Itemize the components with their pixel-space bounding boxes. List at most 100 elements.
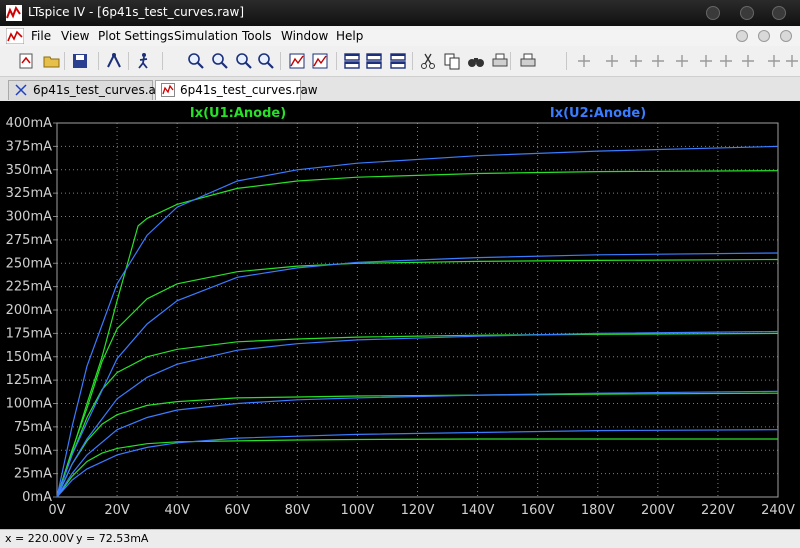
drag-hand-button[interactable] xyxy=(782,51,800,71)
ground-icon xyxy=(606,55,618,67)
menu-help[interactable]: Help xyxy=(336,29,363,43)
x-tick-label: 220V xyxy=(701,503,735,518)
menu-window[interactable]: Window xyxy=(281,29,328,43)
y-tick-label: 200mA xyxy=(6,303,52,318)
waveform-icon xyxy=(161,83,175,97)
tile-icon xyxy=(390,53,406,69)
toolbar-separator xyxy=(336,52,337,70)
menu-view[interactable]: View xyxy=(61,29,89,43)
menu-tools[interactable]: Tools xyxy=(242,29,272,43)
toolbar-separator xyxy=(412,52,413,70)
y-tick-label: 150mA xyxy=(6,350,52,365)
toolbar-separator xyxy=(162,52,163,70)
find-icon xyxy=(468,58,484,67)
run-button[interactable] xyxy=(134,51,154,71)
open-button[interactable] xyxy=(42,51,62,71)
print-button[interactable] xyxy=(518,51,538,71)
copy-button[interactable] xyxy=(442,51,462,71)
label-icon xyxy=(630,55,642,67)
menu-plot-settings[interactable]: Plot Settings xyxy=(98,29,174,43)
print-preview-button[interactable] xyxy=(490,51,510,71)
x-tick-label: 0V xyxy=(48,503,65,518)
capacitor-button[interactable] xyxy=(672,51,692,71)
y-tick-label: 300mA xyxy=(6,210,52,225)
legend-u1-anode: Ix(U1:Anode) xyxy=(190,106,286,121)
menu-simulation[interactable]: Simulation xyxy=(174,29,238,43)
pencil-button[interactable] xyxy=(574,51,594,71)
cascade-icon xyxy=(366,53,382,69)
component-icon xyxy=(742,55,754,67)
copy-icon xyxy=(444,53,460,70)
y-tick-label: 275mA xyxy=(6,233,52,248)
x-tick-label: 180V xyxy=(581,503,615,518)
y-tick-label: 350mA xyxy=(6,163,52,178)
move-hand-button[interactable] xyxy=(764,51,784,71)
toolbar-separator xyxy=(510,52,511,70)
waveform-chart[interactable]: 0V 20V 40V 60V 80V 100V 120V 140V 160V 180V 200V 22… xyxy=(0,101,800,529)
tile-horizontal-icon xyxy=(344,53,360,69)
x-tick-label: 120V xyxy=(401,503,435,518)
ground-button[interactable] xyxy=(602,51,622,71)
diode-button[interactable] xyxy=(716,51,736,71)
pencil-icon xyxy=(578,55,590,67)
zoom-fit-icon xyxy=(236,53,252,69)
waveform-plot-pane[interactable]: 0V 20V 40V 60V 80V 100V 120V 140V 160V 180V 200V 22… xyxy=(0,101,800,529)
cascade-button[interactable] xyxy=(364,51,384,71)
autorange-icon xyxy=(289,53,305,69)
mdi-minimize-button[interactable] xyxy=(736,30,748,42)
maximize-button[interactable] xyxy=(740,6,754,20)
inductor-icon xyxy=(700,55,712,67)
title-bar[interactable]: LTspice IV - [6p41s_test_curves.raw] xyxy=(0,0,800,26)
x-tick-label: 140V xyxy=(461,503,495,518)
tile-button[interactable] xyxy=(388,51,408,71)
cursor-y-readout: y = 72.53mA xyxy=(76,532,149,545)
inductor-button[interactable] xyxy=(696,51,716,71)
tab-waveform-label: 6p41s_test_curves.raw xyxy=(180,83,318,97)
minimize-button[interactable] xyxy=(706,6,720,20)
ltspice-app-icon xyxy=(6,5,22,21)
zoom-cancel-button[interactable] xyxy=(256,51,276,71)
cursor-x-readout: x = 220.00V xyxy=(5,532,74,545)
control-panel-icon xyxy=(107,52,121,68)
toolbar-separator xyxy=(64,52,65,70)
y-tick-label: 0mA xyxy=(22,490,52,505)
cut-icon xyxy=(421,53,435,69)
run-icon xyxy=(138,53,148,69)
print-preview-icon xyxy=(492,53,508,67)
x-tick-label: 80V xyxy=(285,503,311,518)
resistor-button[interactable] xyxy=(648,51,668,71)
close-button[interactable] xyxy=(772,6,786,20)
save-button[interactable] xyxy=(70,51,90,71)
ltspice-window: LTspice IV - [6p41s_test_curves.raw] Fil… xyxy=(0,0,800,548)
cut-button[interactable] xyxy=(418,51,438,71)
tab-waveform[interactable]: 6p41s_test_curves.raw xyxy=(155,80,318,100)
autorange-button[interactable] xyxy=(287,51,307,71)
x-tick-label: 60V xyxy=(225,503,251,518)
cursor-button[interactable] xyxy=(310,51,330,71)
print-icon xyxy=(520,53,536,67)
y-tick-label: 250mA xyxy=(6,256,52,271)
tile-horizontal-button[interactable] xyxy=(342,51,362,71)
zoom-out-button[interactable] xyxy=(210,51,230,71)
label-button[interactable] xyxy=(626,51,646,71)
y-tick-label: 100mA xyxy=(6,397,52,412)
y-tick-label: 375mA xyxy=(6,139,52,154)
find-button[interactable] xyxy=(466,51,486,71)
menu-file[interactable]: File xyxy=(31,29,51,43)
capacitor-icon xyxy=(676,55,688,67)
zoom-in-button[interactable] xyxy=(186,51,206,71)
cursor-icon xyxy=(312,53,328,69)
document-waveform-icon[interactable] xyxy=(6,28,24,44)
y-tick-label: 125mA xyxy=(6,373,52,388)
tab-schematic[interactable]: 6p41s_test_curves.asc xyxy=(8,80,169,100)
y-tick-label: 175mA xyxy=(6,326,52,341)
component-button[interactable] xyxy=(738,51,758,71)
y-tick-label: 400mA xyxy=(6,116,52,131)
open-icon xyxy=(43,56,60,68)
new-schematic-icon xyxy=(19,53,33,69)
new-schematic-button[interactable] xyxy=(16,51,36,71)
control-panel-button[interactable] xyxy=(104,51,124,71)
zoom-fit-button[interactable] xyxy=(234,51,254,71)
mdi-restore-button[interactable] xyxy=(758,30,770,42)
mdi-close-button[interactable] xyxy=(780,30,792,42)
